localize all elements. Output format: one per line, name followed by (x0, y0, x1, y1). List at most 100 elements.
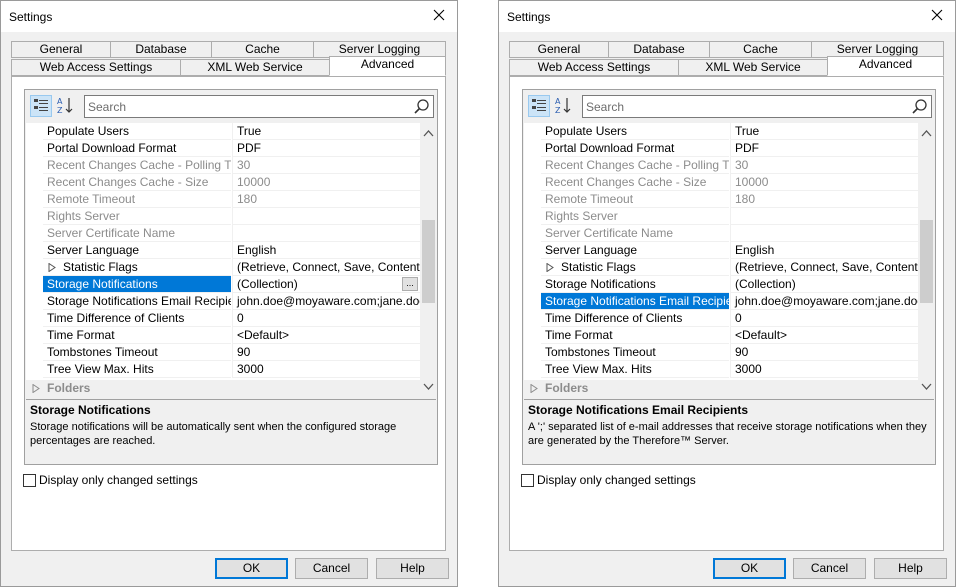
property-row[interactable]: Storage Notifications (Collection)... (26, 276, 420, 293)
property-name[interactable]: Portal Download Format (43, 140, 231, 157)
property-row[interactable]: Tombstones Timeout 90 (524, 344, 918, 361)
property-name[interactable]: Populate Users (43, 123, 231, 140)
tab-cache[interactable]: Cache (211, 41, 314, 58)
property-row[interactable]: Time Difference of Clients 0 (524, 310, 918, 327)
scroll-thumb[interactable] (920, 220, 933, 303)
property-row[interactable]: Tree View Max. Hits 3000 (26, 361, 420, 378)
property-name[interactable]: Populate Users (541, 123, 729, 140)
property-value[interactable]: john.doe@moyaware.com;jane.doe... (232, 293, 420, 310)
property-row[interactable]: Tree View Max. Hits 3000 (524, 361, 918, 378)
property-value[interactable]: 30 (232, 157, 420, 174)
property-name[interactable]: Tree View Max. Hits (541, 361, 729, 378)
property-value[interactable]: (Collection) (730, 276, 918, 293)
tab-xml-web-service[interactable]: XML Web Service (678, 59, 828, 76)
property-row[interactable]: Time Format <Default> (524, 327, 918, 344)
property-name[interactable]: Time Format (43, 327, 231, 344)
property-value[interactable]: 90 (730, 344, 918, 361)
property-value[interactable]: 180 (232, 191, 420, 208)
tab-general[interactable]: General (509, 41, 609, 58)
property-name[interactable]: Time Difference of Clients (541, 310, 729, 327)
scroll-down-icon[interactable] (921, 383, 932, 391)
property-value[interactable]: (Collection)... (232, 276, 420, 293)
property-name[interactable]: Storage Notifications (43, 276, 231, 293)
property-name[interactable]: Storage Notifications (541, 276, 729, 293)
scroll-down-icon[interactable] (423, 383, 434, 391)
property-value[interactable]: PDF (730, 140, 918, 157)
property-row[interactable]: Remote Timeout 180 (524, 191, 918, 208)
property-row[interactable]: Tombstones Timeout 90 (26, 344, 420, 361)
property-row[interactable]: Storage Notifications (Collection) (524, 276, 918, 293)
property-value[interactable]: English (730, 242, 918, 259)
property-row[interactable]: Recent Changes Cache - Polling Time 30 (26, 157, 420, 174)
property-value[interactable]: 30 (730, 157, 918, 174)
search-input[interactable] (586, 98, 906, 115)
scroll-thumb[interactable] (422, 220, 435, 303)
property-row[interactable]: Recent Changes Cache - Polling Time 30 (524, 157, 918, 174)
property-name[interactable]: Server Language (541, 242, 729, 259)
tab-web-access-settings[interactable]: Web Access Settings (11, 59, 181, 76)
property-value[interactable]: 10000 (730, 174, 918, 191)
property-name[interactable]: Recent Changes Cache - Polling Time (43, 157, 231, 174)
property-name[interactable]: Statistic Flags (541, 259, 729, 276)
vertical-scrollbar[interactable] (918, 123, 935, 397)
property-value[interactable]: (Retrieve, Connect, Save, Content ... (730, 259, 918, 276)
property-name[interactable]: Remote Timeout (43, 191, 231, 208)
collection-edit-button[interactable]: ... (402, 277, 418, 291)
help-button[interactable]: Help (376, 558, 449, 579)
property-value[interactable]: True (730, 123, 918, 140)
close-icon[interactable] (431, 7, 447, 23)
property-row[interactable]: Storage Notifications Email Recipients j… (524, 293, 918, 310)
property-row[interactable]: Server Language English (26, 242, 420, 259)
property-name[interactable]: Recent Changes Cache - Size (43, 174, 231, 191)
scroll-up-icon[interactable] (423, 129, 434, 137)
cancel-button[interactable]: Cancel (793, 558, 866, 579)
display-changed-checkbox[interactable] (23, 474, 36, 487)
display-changed-checkbox[interactable] (521, 474, 534, 487)
property-value[interactable]: True (232, 123, 420, 140)
property-value[interactable]: <Default> (232, 327, 420, 344)
property-name[interactable]: Tree View Max. Hits (43, 361, 231, 378)
property-name[interactable]: Server Certificate Name (541, 225, 729, 242)
property-value[interactable] (730, 225, 918, 242)
ok-button[interactable]: OK (713, 558, 786, 579)
property-value[interactable]: <Default> (730, 327, 918, 344)
property-name[interactable]: Tombstones Timeout (43, 344, 231, 361)
property-value[interactable]: 10000 (232, 174, 420, 191)
tab-database[interactable]: Database (110, 41, 212, 58)
tab-general[interactable]: General (11, 41, 111, 58)
property-name[interactable]: Storage Notifications Email Recipients (43, 293, 231, 310)
property-name[interactable]: Recent Changes Cache - Size (541, 174, 729, 191)
property-value[interactable]: PDF (232, 140, 420, 157)
scroll-up-icon[interactable] (921, 129, 932, 137)
property-value[interactable] (232, 208, 420, 225)
property-row[interactable]: Rights Server (26, 208, 420, 225)
property-value[interactable]: 180 (730, 191, 918, 208)
property-name[interactable]: Storage Notifications Email Recipients (541, 293, 729, 310)
property-row[interactable]: Remote Timeout 180 (26, 191, 420, 208)
property-value[interactable]: 0 (232, 310, 420, 327)
property-value[interactable]: 0 (730, 310, 918, 327)
property-value[interactable] (730, 208, 918, 225)
property-row[interactable]: Recent Changes Cache - Size 10000 (26, 174, 420, 191)
expand-arrow-icon[interactable] (530, 384, 538, 393)
property-name[interactable]: Time Difference of Clients (43, 310, 231, 327)
tab-xml-web-service[interactable]: XML Web Service (180, 59, 330, 76)
tab-advanced[interactable]: Advanced (827, 56, 944, 76)
property-name[interactable]: Rights Server (541, 208, 729, 225)
property-name[interactable]: Remote Timeout (541, 191, 729, 208)
property-row[interactable]: Portal Download Format PDF (26, 140, 420, 157)
close-icon[interactable] (929, 7, 945, 23)
search-input[interactable] (88, 98, 408, 115)
cancel-button[interactable]: Cancel (295, 558, 368, 579)
property-row[interactable]: Recent Changes Cache - Size 10000 (524, 174, 918, 191)
property-row[interactable]: Statistic Flags (Retrieve, Connect, Save… (26, 259, 420, 276)
property-row[interactable]: Server Certificate Name (26, 225, 420, 242)
tab-advanced[interactable]: Advanced (329, 56, 446, 76)
ok-button[interactable]: OK (215, 558, 288, 579)
tab-database[interactable]: Database (608, 41, 710, 58)
categorized-view-button[interactable] (30, 95, 52, 117)
property-value[interactable]: john.doe@moyaware.com;jane.doe... (730, 293, 918, 310)
property-value[interactable]: 3000 (232, 361, 420, 378)
property-row[interactable]: Time Format <Default> (26, 327, 420, 344)
property-value[interactable]: (Retrieve, Connect, Save, Content ... (232, 259, 420, 276)
